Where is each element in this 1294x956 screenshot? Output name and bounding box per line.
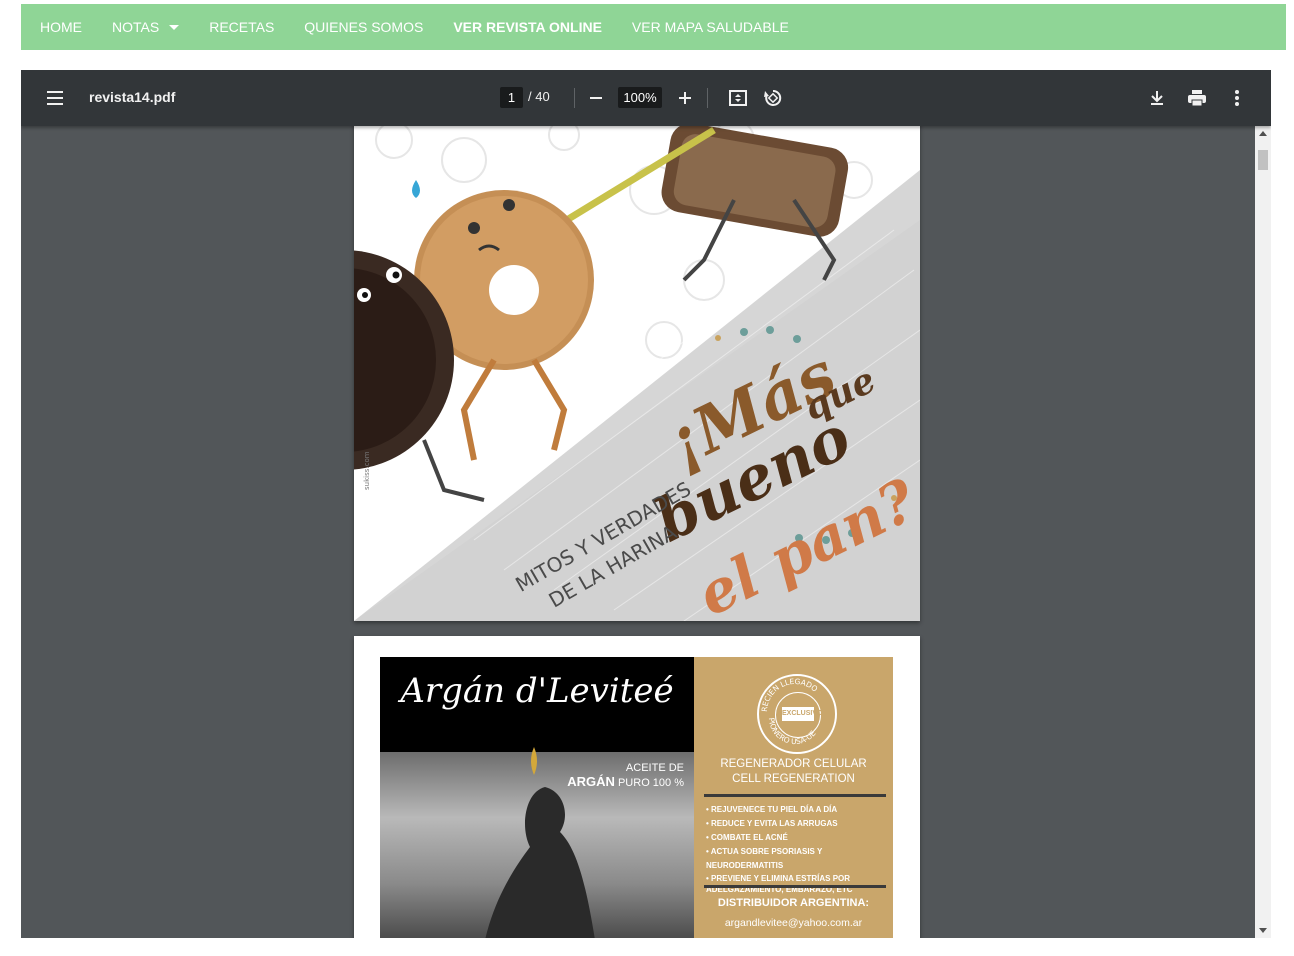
ad-divider xyxy=(704,885,886,888)
page-number-input[interactable]: 1 xyxy=(500,87,523,108)
magazine-cover-illustration: ¡Más que bueno el pan? MITOS Y VERDADES … xyxy=(354,110,920,621)
ad-benefit-item: • ACTUA SOBRE PSORIASIS Y NEURODERMATITI… xyxy=(706,847,823,870)
nav-ver-mapa-saludable[interactable]: VER MAPA SALUDABLE xyxy=(632,19,789,35)
ad-left-panel: Argán d'Leviteé ACEITE DE ARGÁN PURO 100… xyxy=(380,657,694,938)
seal-top-label: RECIEN LLEGADO xyxy=(760,677,820,712)
nav-quienes-somos[interactable]: QUIENES SOMOS xyxy=(304,19,423,35)
nav-ver-mapa-saludable-label: VER MAPA SALUDABLE xyxy=(631,19,789,35)
ad-distribuidor: DISTRIBUIDOR ARGENTINA: xyxy=(717,897,870,909)
ad-reg-line1: REGENERADOR CELULAR xyxy=(720,758,867,770)
pdf-page-2: Argán d'Leviteé ACEITE DE ARGÁN PURO 100… xyxy=(354,636,920,938)
fit-page-icon xyxy=(729,90,747,106)
ad-benefits-list: • REJUVENECE TU PIEL DÍA A DÍA • REDUCE … xyxy=(706,803,888,895)
ad-reg-line2: CELL REGENERATION xyxy=(732,773,855,785)
scroll-thumb[interactable] xyxy=(1258,150,1268,170)
download-button[interactable] xyxy=(1145,86,1169,110)
more-vert-icon xyxy=(1235,90,1239,106)
download-icon xyxy=(1151,91,1163,105)
nav-recetas-label: RECETAS xyxy=(209,19,275,35)
ad-benefit-item: • COMBATE EL ACNÉ xyxy=(706,833,788,842)
ad-email: argandlevitee@yahoo.com.ar xyxy=(724,917,863,929)
nav-home-label: HOME xyxy=(40,19,82,35)
svg-text:PIONERO USA-UE: PIONERO USA-UE xyxy=(767,717,818,746)
rotate-button[interactable] xyxy=(761,86,785,110)
fit-to-page-button[interactable] xyxy=(726,86,750,110)
nav-quienes-somos-label: QUIENES SOMOS xyxy=(304,19,424,35)
plus-icon xyxy=(679,92,691,104)
minus-icon xyxy=(590,97,602,99)
woman-silhouette-image xyxy=(485,787,595,938)
nav-ver-revista-online[interactable]: VER REVISTA ONLINE xyxy=(453,19,602,35)
top-navigation: HOME NOTAS RECETAS QUIENES SOMOS VER REV… xyxy=(21,4,1286,50)
ad-aceite-line1: ACEITE DE xyxy=(625,762,684,774)
oil-drop-icon xyxy=(531,747,537,775)
nav-ver-revista-online-label: VER REVISTA ONLINE xyxy=(453,19,602,35)
toolbar-divider xyxy=(574,88,575,108)
scroll-down-arrow-icon[interactable] xyxy=(1259,928,1267,933)
document-title: revista14.pdf xyxy=(89,89,176,105)
ad-benefit-item: • PREVIENE Y ELIMINA ESTRÍAS POR ADELGAZ… xyxy=(706,874,853,894)
print-button[interactable] xyxy=(1185,86,1209,110)
zoom-level-input[interactable]: 100% xyxy=(618,87,662,108)
toolbar-divider xyxy=(707,88,708,108)
scroll-up-arrow-icon[interactable] xyxy=(1259,131,1267,136)
ad-aceite-text: ACEITE DE ARGÁN PURO 100 % xyxy=(567,761,684,790)
ad-benefit-item: • REDUCE Y EVITA LAS ARRUGAS xyxy=(706,819,838,828)
nav-home[interactable]: HOME xyxy=(40,19,82,35)
pdf-page-1: ¡Más que bueno el pan? MITOS Y VERDADES … xyxy=(354,110,920,621)
ad-right-panel: EXCLUSIVO RECIEN LLEGADO PIONERO USA-UE … xyxy=(694,657,893,938)
nav-notas-label: NOTAS xyxy=(112,19,160,35)
nav-recetas[interactable]: RECETAS xyxy=(209,19,274,35)
svg-text:RECIEN LLEGADO: RECIEN LLEGADO xyxy=(760,677,820,712)
rotate-icon xyxy=(764,89,782,106)
more-actions-button[interactable] xyxy=(1225,86,1249,110)
ad-benefit-item: • REJUVENECE TU PIEL DÍA A DÍA xyxy=(706,805,838,814)
seal-bottom-label: PIONERO USA-UE xyxy=(767,717,818,746)
zoom-in-button[interactable] xyxy=(673,86,697,110)
dropdown-caret-icon xyxy=(169,25,180,30)
ad-aceite-rest: PURO 100 % xyxy=(617,777,684,789)
cover-credit: sukiss.com xyxy=(363,451,371,490)
menu-icon[interactable] xyxy=(45,88,65,108)
recien-llegado-seal: EXCLUSIVO RECIEN LLEGADO PIONERO USA-UE xyxy=(757,674,837,754)
ad-brand: Argán d'Leviteé xyxy=(400,671,674,711)
vertical-scrollbar[interactable] xyxy=(1255,126,1271,938)
pdf-toolbar: revista14.pdf 1 / 40 100% xyxy=(21,70,1271,126)
nav-notas[interactable]: NOTAS xyxy=(112,19,180,35)
pdf-viewer: revista14.pdf 1 / 40 100% ¡Más que bueno… xyxy=(21,70,1271,938)
print-icon xyxy=(1188,90,1206,107)
page-total: / 40 xyxy=(528,89,550,104)
ad-divider xyxy=(704,794,886,797)
ad-regenerador: REGENERADOR CELULAR CELL REGENERATION xyxy=(694,757,893,787)
zoom-out-button[interactable] xyxy=(584,86,608,110)
